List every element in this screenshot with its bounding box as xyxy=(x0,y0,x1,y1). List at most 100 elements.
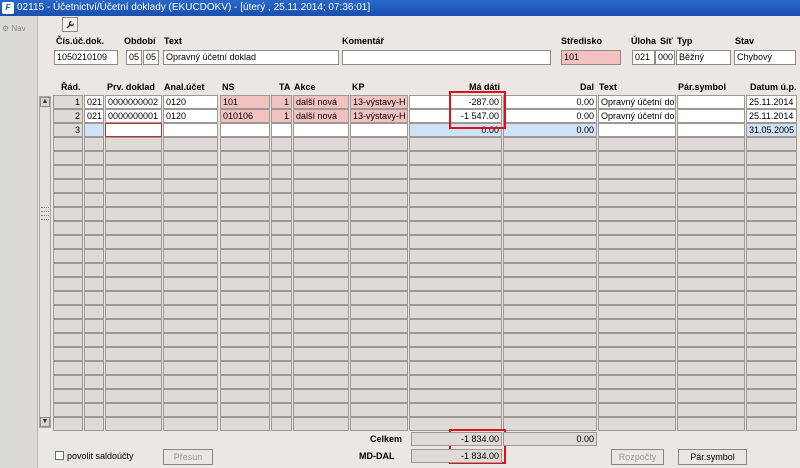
empty-cell[interactable] xyxy=(409,263,502,277)
empty-cell[interactable] xyxy=(746,333,797,347)
empty-cell[interactable] xyxy=(220,249,270,263)
empty-cell[interactable] xyxy=(598,277,676,291)
row-1-par[interactable] xyxy=(677,95,745,109)
presun-button[interactable]: Přesun xyxy=(163,449,213,465)
empty-cell[interactable] xyxy=(350,333,408,347)
empty-cell[interactable] xyxy=(598,137,676,151)
empty-cell[interactable] xyxy=(220,305,270,319)
empty-cell[interactable] xyxy=(598,249,676,263)
empty-cell[interactable] xyxy=(271,235,292,249)
empty-cell[interactable] xyxy=(163,151,218,165)
empty-cell[interactable] xyxy=(220,207,270,221)
row-2-par[interactable] xyxy=(677,109,745,123)
empty-cell[interactable] xyxy=(677,207,745,221)
empty-cell[interactable] xyxy=(53,193,83,207)
empty-cell[interactable] xyxy=(271,291,292,305)
row-2-ns[interactable]: 010106 xyxy=(220,109,270,123)
empty-cell[interactable] xyxy=(677,389,745,403)
empty-cell[interactable] xyxy=(53,333,83,347)
empty-cell[interactable] xyxy=(163,347,218,361)
empty-cell[interactable] xyxy=(598,179,676,193)
row-2-datum[interactable]: 25.11.2014 xyxy=(746,109,797,123)
nav-toggle[interactable]: ⚙ Nav xyxy=(2,24,26,33)
empty-cell[interactable] xyxy=(677,165,745,179)
empty-cell[interactable] xyxy=(271,403,292,417)
row-3-c2[interactable] xyxy=(84,123,104,137)
empty-cell[interactable] xyxy=(271,375,292,389)
empty-cell[interactable] xyxy=(503,137,597,151)
empty-cell[interactable] xyxy=(677,375,745,389)
empty-cell[interactable] xyxy=(409,305,502,319)
empty-cell[interactable] xyxy=(350,291,408,305)
empty-cell[interactable] xyxy=(598,389,676,403)
empty-cell[interactable] xyxy=(503,403,597,417)
empty-cell[interactable] xyxy=(163,403,218,417)
empty-cell[interactable] xyxy=(105,305,162,319)
empty-cell[interactable] xyxy=(503,277,597,291)
empty-cell[interactable] xyxy=(220,137,270,151)
empty-cell[interactable] xyxy=(293,151,349,165)
empty-cell[interactable] xyxy=(84,277,104,291)
row-1-text[interactable]: Opravný účetní dokl xyxy=(598,95,676,109)
obdobi-field-2[interactable]: 05 xyxy=(143,50,159,65)
empty-cell[interactable] xyxy=(53,277,83,291)
empty-cell[interactable] xyxy=(105,333,162,347)
empty-cell[interactable] xyxy=(163,193,218,207)
empty-cell[interactable] xyxy=(84,249,104,263)
empty-cell[interactable] xyxy=(409,319,502,333)
empty-cell[interactable] xyxy=(220,347,270,361)
empty-cell[interactable] xyxy=(746,277,797,291)
empty-cell[interactable] xyxy=(53,221,83,235)
empty-cell[interactable] xyxy=(677,291,745,305)
row-1-prv[interactable]: 0000000002 xyxy=(105,95,162,109)
wrench-button[interactable] xyxy=(62,17,78,32)
empty-cell[interactable] xyxy=(84,333,104,347)
empty-cell[interactable] xyxy=(677,361,745,375)
empty-cell[interactable] xyxy=(350,361,408,375)
row-3-anal[interactable] xyxy=(163,123,218,137)
empty-cell[interactable] xyxy=(271,151,292,165)
empty-cell[interactable] xyxy=(84,151,104,165)
cis-field[interactable]: 1050210109 xyxy=(54,50,118,65)
row-3-akce[interactable] xyxy=(293,123,349,137)
empty-cell[interactable] xyxy=(598,319,676,333)
empty-cell[interactable] xyxy=(84,179,104,193)
empty-cell[interactable] xyxy=(503,165,597,179)
empty-cell[interactable] xyxy=(409,277,502,291)
empty-cell[interactable] xyxy=(220,235,270,249)
empty-cell[interactable] xyxy=(503,249,597,263)
empty-cell[interactable] xyxy=(350,389,408,403)
empty-cell[interactable] xyxy=(350,179,408,193)
empty-cell[interactable] xyxy=(84,417,104,431)
empty-cell[interactable] xyxy=(271,417,292,431)
empty-cell[interactable] xyxy=(503,417,597,431)
empty-cell[interactable] xyxy=(598,347,676,361)
empty-cell[interactable] xyxy=(271,263,292,277)
empty-cell[interactable] xyxy=(163,375,218,389)
empty-cell[interactable] xyxy=(105,375,162,389)
empty-cell[interactable] xyxy=(220,277,270,291)
empty-cell[interactable] xyxy=(293,165,349,179)
empty-cell[interactable] xyxy=(503,305,597,319)
empty-cell[interactable] xyxy=(677,333,745,347)
empty-cell[interactable] xyxy=(293,361,349,375)
empty-cell[interactable] xyxy=(105,347,162,361)
empty-cell[interactable] xyxy=(503,221,597,235)
empty-cell[interactable] xyxy=(677,193,745,207)
empty-cell[interactable] xyxy=(746,263,797,277)
empty-cell[interactable] xyxy=(409,165,502,179)
row-1-datum[interactable]: 25.11.2014 xyxy=(746,95,797,109)
empty-cell[interactable] xyxy=(271,165,292,179)
empty-cell[interactable] xyxy=(293,249,349,263)
empty-cell[interactable] xyxy=(598,375,676,389)
empty-cell[interactable] xyxy=(598,305,676,319)
empty-cell[interactable] xyxy=(293,403,349,417)
empty-cell[interactable] xyxy=(84,361,104,375)
empty-cell[interactable] xyxy=(677,137,745,151)
row-1-rad[interactable]: 1 xyxy=(53,95,83,109)
empty-cell[interactable] xyxy=(746,389,797,403)
empty-cell[interactable] xyxy=(105,389,162,403)
empty-cell[interactable] xyxy=(503,291,597,305)
empty-cell[interactable] xyxy=(84,207,104,221)
empty-cell[interactable] xyxy=(503,361,597,375)
